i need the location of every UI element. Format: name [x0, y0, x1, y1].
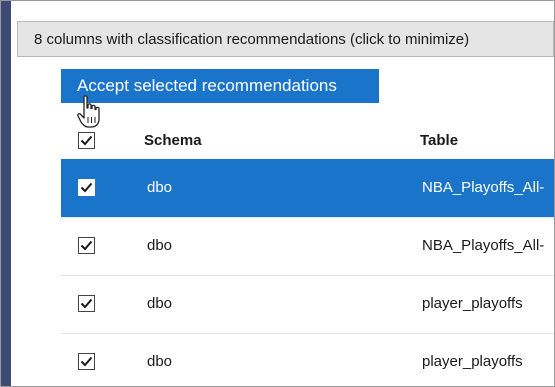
table-column-header[interactable]: Table	[420, 132, 458, 149]
table-cell: NBA_Playoffs_All-	[422, 237, 545, 254]
schema-cell: dbo	[147, 237, 173, 254]
table-row[interactable]: dbo player_playoffs	[61, 333, 554, 386]
checkmark-icon	[80, 182, 93, 193]
accept-selected-recommendations-button[interactable]: Accept selected recommendations	[61, 69, 379, 103]
table-row[interactable]: dbo NBA_Playoffs_All-	[61, 217, 554, 275]
select-all-checkbox[interactable]	[78, 132, 95, 149]
table-row[interactable]: dbo player_playoffs	[61, 275, 554, 333]
schema-cell: dbo	[147, 179, 173, 196]
checkmark-icon	[80, 298, 93, 309]
recommendations-banner[interactable]: 8 columns with classification recommenda…	[17, 21, 554, 57]
schema-cell: dbo	[147, 295, 173, 312]
checkmark-icon	[80, 240, 93, 251]
row-checkbox[interactable]	[78, 179, 95, 196]
checkmark-icon	[80, 135, 93, 146]
table-cell: player_playoffs	[422, 353, 523, 370]
left-accent-bar	[1, 1, 11, 386]
checkmark-icon	[80, 356, 93, 367]
schema-column-header[interactable]: Schema	[144, 132, 202, 149]
schema-cell: dbo	[147, 353, 173, 370]
row-checkbox[interactable]	[78, 295, 95, 312]
table-header-row: Schema Table	[61, 123, 554, 159]
row-checkbox[interactable]	[78, 353, 95, 370]
classification-panel: 8 columns with classification recommenda…	[0, 0, 555, 387]
table-row[interactable]: dbo NBA_Playoffs_All-	[61, 159, 554, 217]
row-checkbox[interactable]	[78, 237, 95, 254]
table-cell: NBA_Playoffs_All-	[422, 179, 545, 196]
table-cell: player_playoffs	[422, 295, 523, 312]
banner-text: 8 columns with classification recommenda…	[34, 30, 470, 48]
